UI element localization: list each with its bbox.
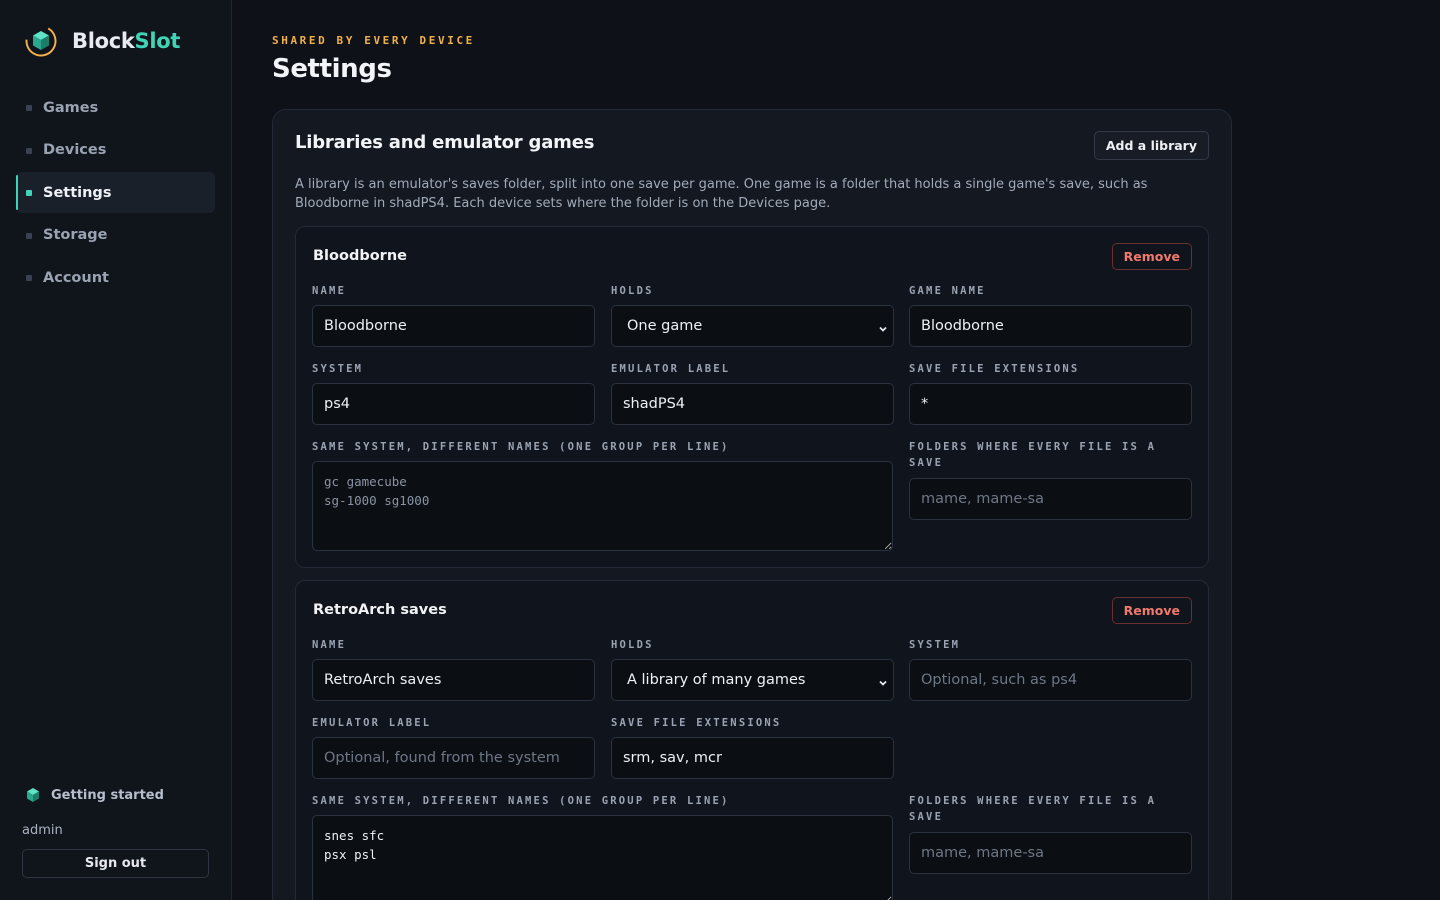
- field-save-folders: FOLDERS WHERE EVERY FILE IS A SAVE: [909, 439, 1192, 520]
- holds-select[interactable]: One game: [611, 305, 894, 347]
- card-title: Libraries and emulator games: [295, 132, 595, 153]
- field-holds: HOLDS A library of many games: [611, 637, 894, 701]
- sidebar-item-label: Devices: [43, 142, 107, 158]
- sidebar-item-devices[interactable]: Devices: [16, 130, 215, 171]
- field-label: FOLDERS WHERE EVERY FILE IS A SAVE: [909, 441, 1157, 469]
- sidebar-item-account[interactable]: Account: [16, 257, 215, 298]
- save-folders-input[interactable]: [909, 478, 1192, 520]
- field-label: HOLDS: [611, 639, 654, 651]
- name-input[interactable]: [312, 305, 595, 347]
- field-save-extensions: SAVE FILE EXTENSIONS: [611, 715, 894, 779]
- remove-library-button[interactable]: Remove: [1111, 243, 1192, 270]
- brand-name: BlockSlot: [72, 29, 180, 53]
- aliases-textarea[interactable]: snes sfc psx psl: [312, 815, 893, 900]
- field-label: SAVE FILE EXTENSIONS: [909, 363, 1080, 375]
- sidebar: BlockSlot Games Devices Settings Storage…: [0, 0, 232, 900]
- sidebar-item-label: Storage: [43, 227, 108, 243]
- library-title: Bloodborne: [313, 248, 407, 264]
- emulator-label-input[interactable]: [611, 383, 894, 425]
- card-description: A library is an emulator's saves folder,…: [295, 177, 1148, 211]
- sidebar-item-label: Settings: [43, 184, 112, 201]
- current-user: admin: [22, 823, 63, 838]
- library-bloodborne: Bloodborne Remove NAME HOLDS One game GA…: [295, 226, 1209, 568]
- brand-name-part1: Block: [72, 29, 135, 53]
- field-label: EMULATOR LABEL: [312, 717, 432, 729]
- blockslot-logo-icon: [25, 25, 57, 57]
- cube-icon: [27, 788, 39, 802]
- library-title: RetroArch saves: [313, 602, 447, 618]
- save-extensions-input[interactable]: [909, 383, 1192, 425]
- page-title: Settings: [272, 54, 392, 84]
- nav-dot-icon: [26, 105, 32, 111]
- field-label: SYSTEM: [909, 639, 961, 651]
- nav-dot-icon: [26, 190, 32, 196]
- field-label: GAME NAME: [909, 285, 986, 297]
- field-aliases: SAME SYSTEM, DIFFERENT NAMES (ONE GROUP …: [312, 793, 893, 900]
- field-label: FOLDERS WHERE EVERY FILE IS A SAVE: [909, 795, 1157, 823]
- sidebar-item-settings[interactable]: Settings: [16, 172, 215, 213]
- field-name: NAME: [312, 637, 595, 701]
- field-system: SYSTEM: [312, 361, 595, 425]
- brand-name-part2: Slot: [134, 29, 181, 53]
- brand[interactable]: BlockSlot: [24, 24, 180, 58]
- getting-started-link[interactable]: Getting started: [26, 787, 164, 803]
- nav-dot-icon: [26, 275, 32, 281]
- sidebar-nav: Games Devices Settings Storage Account: [16, 87, 215, 300]
- field-system: SYSTEM: [909, 637, 1192, 701]
- system-input[interactable]: [312, 383, 595, 425]
- field-save-folders: FOLDERS WHERE EVERY FILE IS A SAVE: [909, 793, 1192, 874]
- library-retroarch: RetroArch saves Remove NAME HOLDS A libr…: [295, 580, 1209, 900]
- holds-select-wrap: A library of many games: [611, 659, 894, 701]
- field-emulator-label: EMULATOR LABEL: [611, 361, 894, 425]
- field-label: SAVE FILE EXTENSIONS: [611, 717, 782, 729]
- field-label: SAME SYSTEM, DIFFERENT NAMES (ONE GROUP …: [312, 441, 730, 453]
- field-label: NAME: [312, 639, 347, 651]
- holds-select[interactable]: A library of many games: [611, 659, 894, 701]
- field-name: NAME: [312, 283, 595, 347]
- libraries-card: Libraries and emulator games Add a libra…: [272, 109, 1232, 900]
- field-emulator-label: EMULATOR LABEL: [312, 715, 595, 779]
- holds-select-wrap: One game: [611, 305, 894, 347]
- field-label: HOLDS: [611, 285, 654, 297]
- field-aliases: SAME SYSTEM, DIFFERENT NAMES (ONE GROUP …: [312, 439, 893, 551]
- add-library-button[interactable]: Add a library: [1093, 131, 1209, 160]
- field-label: SAME SYSTEM, DIFFERENT NAMES (ONE GROUP …: [312, 795, 730, 807]
- system-input[interactable]: [909, 659, 1192, 701]
- remove-library-button[interactable]: Remove: [1111, 597, 1192, 624]
- page-eyebrow: SHARED BY EVERY DEVICE: [272, 34, 475, 47]
- field-game-name: GAME NAME: [909, 283, 1192, 347]
- emulator-label-input[interactable]: [312, 737, 595, 779]
- aliases-textarea[interactable]: [312, 461, 893, 551]
- game-name-input[interactable]: [909, 305, 1192, 347]
- field-label: EMULATOR LABEL: [611, 363, 731, 375]
- sidebar-item-label: Account: [43, 269, 109, 286]
- sidebar-item-games[interactable]: Games: [16, 87, 215, 128]
- name-input[interactable]: [312, 659, 595, 701]
- sidebar-item-label: Games: [43, 99, 99, 116]
- sidebar-item-storage[interactable]: Storage: [16, 215, 215, 256]
- field-holds: HOLDS One game: [611, 283, 894, 347]
- field-label: NAME: [312, 285, 347, 297]
- sign-out-button[interactable]: Sign out: [22, 849, 209, 878]
- field-save-extensions: SAVE FILE EXTENSIONS: [909, 361, 1192, 425]
- field-label: SYSTEM: [312, 363, 364, 375]
- nav-dot-icon: [26, 147, 32, 154]
- getting-started-label: Getting started: [51, 787, 164, 803]
- save-folders-input[interactable]: [909, 832, 1192, 874]
- nav-dot-icon: [26, 232, 32, 239]
- save-extensions-input[interactable]: [611, 737, 894, 779]
